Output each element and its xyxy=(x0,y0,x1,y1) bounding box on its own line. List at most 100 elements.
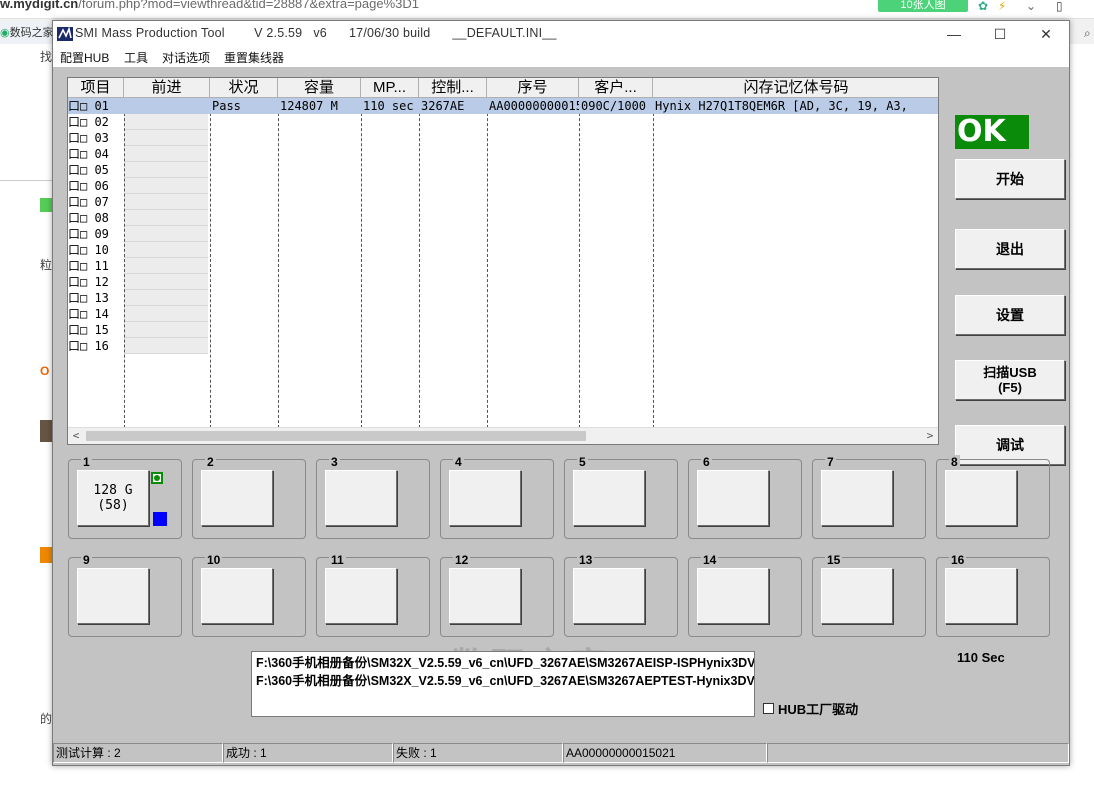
scroll-right-icon[interactable]: > xyxy=(922,428,938,444)
port-button[interactable] xyxy=(325,470,397,526)
settings-button[interactable]: 设置 xyxy=(955,295,1065,335)
exit-button[interactable]: 退出 xyxy=(955,229,1065,269)
extension-icon[interactable]: ✿ xyxy=(978,0,992,13)
port-cell: 口□ 14 xyxy=(68,307,109,321)
port-slot: 6 xyxy=(688,455,802,539)
port-button[interactable] xyxy=(449,568,521,624)
horizontal-scrollbar[interactable]: < > xyxy=(68,427,938,444)
hub-driver-label: HUB工厂驱动 xyxy=(778,702,859,717)
port-slot: 11 xyxy=(316,553,430,637)
table-row[interactable]: 口□ 11 xyxy=(68,258,938,274)
port-button[interactable] xyxy=(449,470,521,526)
port-slot: 16 xyxy=(936,553,1050,637)
table-row[interactable]: 口□ 08 xyxy=(68,210,938,226)
status-success: 成功 : 1 xyxy=(223,743,393,763)
port-cell: 口□ 12 xyxy=(68,275,109,289)
port-button[interactable] xyxy=(573,568,645,624)
column-header-customer[interactable]: 客户... xyxy=(579,78,653,98)
table-row[interactable]: 口□ 03 xyxy=(68,130,938,146)
port-slot: 7 xyxy=(812,455,926,539)
column-header-serial[interactable]: 序号 xyxy=(487,78,579,98)
port-button[interactable] xyxy=(573,470,645,526)
port-button[interactable] xyxy=(821,470,893,526)
table-row[interactable]: 口□ 13 xyxy=(68,290,938,306)
menu-reset-hub[interactable]: 重置集线器 xyxy=(224,49,284,66)
table-row[interactable]: 口□ 14 xyxy=(68,306,938,322)
cell-customer: 090C/1000 xyxy=(581,99,647,113)
minimize-button[interactable]: — xyxy=(931,21,977,47)
result-ok-badge: OK xyxy=(955,115,1029,149)
driver-path-log[interactable]: F:\360手机相册备份\SM32X_V2.5.59_v6_cn\UFD_326… xyxy=(251,651,755,717)
table-row[interactable]: 口□ 09 xyxy=(68,226,938,242)
table-row[interactable]: 口□ 12 xyxy=(68,274,938,290)
browser-tab[interactable]: ◉数码之家 xyxy=(0,22,52,44)
activity-indicator-icon xyxy=(153,512,167,526)
chevron-down-icon[interactable]: ⌄ xyxy=(1026,0,1040,13)
start-button[interactable]: 开始 xyxy=(955,159,1065,199)
menu-dialog-options[interactable]: 对话选项 xyxy=(162,49,210,66)
port-cell: 口□ 08 xyxy=(68,211,109,225)
app-window: SMI Mass Production Tool V 2.5.59 v6 17/… xyxy=(52,20,1070,766)
lightning-icon[interactable]: ⚡ xyxy=(998,0,1012,13)
port-button[interactable]: 128 G (58) xyxy=(77,470,149,526)
port-cell: 口□ 04 xyxy=(68,147,109,161)
cell-controller: 3267AE xyxy=(421,99,465,113)
menu-tools[interactable]: 工具 xyxy=(124,49,148,66)
column-header-item[interactable]: 项目 xyxy=(68,78,124,98)
table-row[interactable]: 口□ 01 Pass 124807 M 110 sec 3267AE AA00000000… xyxy=(68,98,938,114)
port-button[interactable] xyxy=(945,470,1017,526)
port-button[interactable] xyxy=(697,568,769,624)
port-button[interactable] xyxy=(945,568,1017,624)
hub-driver-checkbox[interactable]: HUB工厂驱动 xyxy=(763,699,858,718)
scroll-left-icon[interactable]: < xyxy=(68,428,84,444)
browser-url[interactable]: w.mydigit.cn/forum.php?mod=viewthread&ti… xyxy=(0,0,419,11)
cell-flash-id: Hynix H27Q1T8QEM6R [AD, 3C, 19, A3, xyxy=(655,99,908,113)
port-cell: 口□ 03 xyxy=(68,131,109,145)
port-slot: 3 xyxy=(316,455,430,539)
browser-address-bar[interactable]: w.mydigit.cn/forum.php?mod=viewthread&ti… xyxy=(0,0,1094,19)
table-row[interactable]: 口□ 10 xyxy=(68,242,938,258)
table-row[interactable]: 口□ 02 xyxy=(68,114,938,130)
title-bar[interactable]: SMI Mass Production Tool V 2.5.59 v6 17/… xyxy=(53,21,1069,47)
exit-button-label: 退出 xyxy=(996,241,1024,257)
table-row[interactable]: 口□ 16 xyxy=(68,338,938,354)
status-bar: 测试计算 : 2 成功 : 1 失败 : 1 AA00000000015021 xyxy=(53,739,1069,765)
port-button[interactable] xyxy=(201,568,273,624)
column-header-flash-id[interactable]: 闪存记忆体号码 xyxy=(653,78,938,98)
column-header-progress[interactable]: 前进 xyxy=(124,78,210,98)
column-header-status[interactable]: 状况 xyxy=(210,78,278,98)
table-row[interactable]: 口□ 04 xyxy=(68,146,938,162)
column-header-controller[interactable]: 控制... xyxy=(419,78,487,98)
port-slot: 14 xyxy=(688,553,802,637)
checkbox-box[interactable] xyxy=(763,703,774,714)
status-test-count: 测试计算 : 2 xyxy=(53,743,223,763)
table-row[interactable]: 口□ 07 xyxy=(68,194,938,210)
table-row[interactable]: 口□ 15 xyxy=(68,322,938,338)
port-slot: 12 xyxy=(440,553,554,637)
scan-usb-button[interactable]: 扫描USB (F5) xyxy=(955,360,1065,400)
port-slot: 15 xyxy=(812,553,926,637)
port-list-table[interactable]: 项目 前进 状况 容量 MP... 控制... 序号 客户... 闪存记忆体号码… xyxy=(67,77,939,445)
port-button[interactable] xyxy=(77,568,149,624)
port-cell: 口□ 06 xyxy=(68,179,109,193)
port-button[interactable] xyxy=(821,568,893,624)
table-row[interactable]: 口□ 06 xyxy=(68,178,938,194)
port-button[interactable] xyxy=(697,470,769,526)
menu-icon[interactable]: ▯ xyxy=(1056,0,1070,13)
port-button[interactable] xyxy=(325,568,397,624)
background-page-right xyxy=(1070,44,1094,788)
column-header-mp[interactable]: MP... xyxy=(361,78,419,98)
menu-configure-hub[interactable]: 配置HUB xyxy=(60,49,109,66)
close-button[interactable]: ✕ xyxy=(1023,21,1069,47)
search-icon[interactable]: ⌕ xyxy=(1084,26,1091,41)
bg-text-fragment: 粒 xyxy=(40,258,53,272)
port-button[interactable] xyxy=(201,470,273,526)
column-header-capacity[interactable]: 容量 xyxy=(278,78,361,98)
share-button[interactable]: 10张人图 xyxy=(878,0,968,12)
table-row[interactable]: 口□ 05 xyxy=(68,162,938,178)
port-count: (58) xyxy=(97,498,129,513)
scrollbar-thumb[interactable] xyxy=(86,431,586,441)
status-fail: 失败 : 1 xyxy=(393,743,563,763)
port-cell: 口□ 01 xyxy=(68,99,109,113)
maximize-button[interactable]: ☐ xyxy=(977,21,1023,47)
